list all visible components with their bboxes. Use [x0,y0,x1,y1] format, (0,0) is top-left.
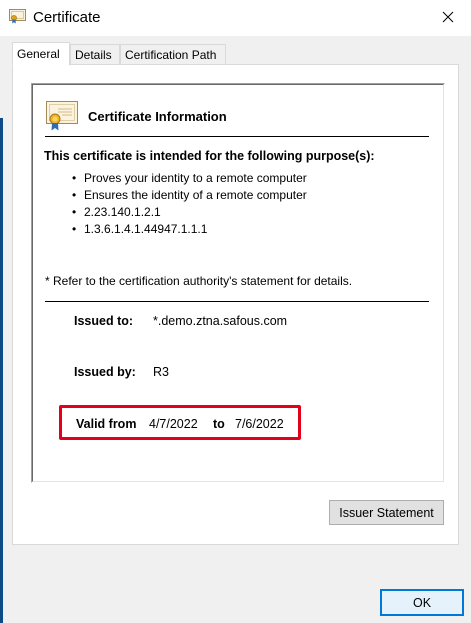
tab-certification-path[interactable]: Certification Path [120,44,226,65]
separator [45,136,429,137]
valid-to-value: 7/6/2022 [235,417,284,431]
issuer-statement-button[interactable]: Issuer Statement [329,500,444,525]
purpose-item: Proves your identity to a remote compute… [72,170,307,187]
ok-button[interactable]: OK [380,589,464,616]
background-window-edge [0,118,3,623]
close-button[interactable] [425,0,471,36]
issued-to-label: Issued to: [74,314,134,328]
purpose-heading: This certificate is intended for the fol… [44,149,375,163]
issued-by-value: R3 [153,365,169,379]
certificate-information-heading: Certificate Information [88,109,227,124]
close-icon [442,11,454,26]
window-title: Certificate [33,9,101,26]
tab-general[interactable]: General [12,42,70,66]
valid-from-value: 4/7/2022 [149,417,198,431]
title-bar[interactable]: Certificate [0,0,471,36]
separator [45,301,429,302]
valid-to-label: to [213,417,225,431]
certificate-icon [9,9,26,24]
purpose-item: 2.23.140.1.2.1 [72,204,307,221]
purpose-item: 1.3.6.1.4.1.44947.1.1.1 [72,221,307,238]
certificate-info-icon [46,101,78,131]
tab-details[interactable]: Details [70,44,120,65]
refer-note: * Refer to the certification authority's… [45,274,353,288]
issued-by-label: Issued by: [74,365,136,379]
valid-from-label: Valid from [76,417,137,431]
purpose-list: Proves your identity to a remote compute… [72,170,307,238]
purpose-item: Ensures the identity of a remote compute… [72,187,307,204]
issued-to-value: *.demo.ztna.safous.com [153,314,288,328]
certificate-dialog: Certificate General Details Certificatio… [0,0,471,623]
